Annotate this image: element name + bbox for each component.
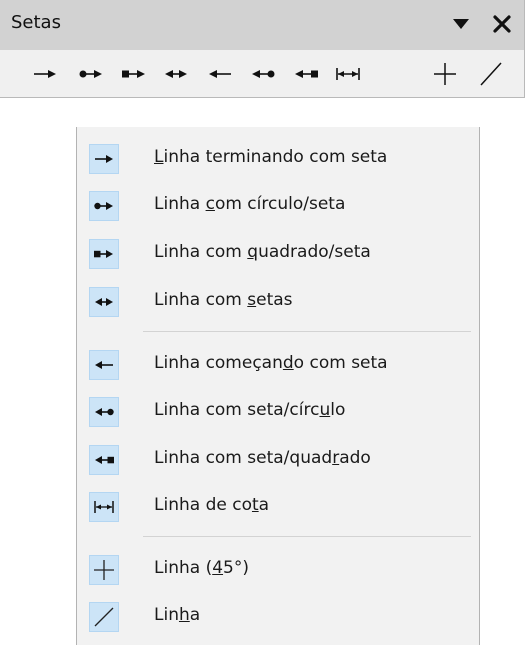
menu-item-line-ends-with-arrow[interactable]: Linha terminando com seta [77,137,479,181]
line-ends-with-arrow-icon[interactable] [27,56,63,92]
line-arrow-circle-icon[interactable] [245,56,281,92]
menu-item-label: Linha terminando com seta [154,147,388,167]
menu-item-label: Linha com setas [154,290,293,310]
menu-item-line-arrow-square[interactable]: Linha com seta/quadrado [77,438,479,482]
line-starts-with-arrow-icon [89,350,119,380]
toolbar-titlebar[interactable]: Setas [0,0,524,50]
line-45-icon[interactable] [427,56,463,92]
arrows-toolbar: Setas [0,0,525,98]
menu-item-line-45[interactable]: Linha (45°) [77,548,479,592]
menu-item-label: Linha (45°) [154,558,249,578]
dimension-line-icon[interactable] [330,56,366,92]
line-square-arrow-icon [89,239,119,269]
menu-item-line-starts-with-arrow[interactable]: Linha começando com seta [77,343,479,387]
dimension-line-icon [89,492,119,522]
line-ends-with-arrow-icon [89,144,119,174]
menu-item-label: Linha com seta/círculo [154,400,346,420]
line-circle-arrow-icon [89,191,119,221]
line-icon [89,602,119,632]
toolbar-tools [0,50,524,98]
line-arrows-icon[interactable] [158,56,194,92]
close-icon[interactable] [485,7,519,41]
menu-item-label: Linha começando com seta [154,353,388,373]
arrow-style-menu: Linha terminando com seta Linha com círc… [76,127,480,645]
line-arrow-circle-icon [89,397,119,427]
toolbar-title: Setas [11,12,61,33]
menu-item-label: Linha [154,605,201,625]
line-square-arrow-icon[interactable] [116,56,152,92]
line-starts-with-arrow-icon[interactable] [202,56,238,92]
line-arrows-icon [89,287,119,317]
line-arrow-square-icon[interactable] [288,56,324,92]
menu-item-label: Linha de cota [154,495,270,515]
menu-item-label: Linha com círculo/seta [154,194,346,214]
line-icon[interactable] [473,56,509,92]
menu-item-line-square-arrow[interactable]: Linha com quadrado/seta [77,232,479,276]
menu-item-line-arrows[interactable]: Linha com setas [77,280,479,324]
menu-item-dimension-line[interactable]: Linha de cota [77,485,479,529]
line-circle-arrow-icon[interactable] [73,56,109,92]
menu-separator [143,536,471,537]
menu-item-label: Linha com quadrado/seta [154,242,371,262]
triangle-down-icon[interactable] [444,7,478,41]
menu-item-label: Linha com seta/quadrado [154,448,371,468]
menu-item-line[interactable]: Linha [77,595,479,639]
menu-item-line-arrow-circle[interactable]: Linha com seta/círculo [77,390,479,434]
line-45-icon [89,555,119,585]
line-arrow-square-icon [89,445,119,475]
menu-separator [143,331,471,332]
menu-item-line-circle-arrow[interactable]: Linha com círculo/seta [77,184,479,228]
